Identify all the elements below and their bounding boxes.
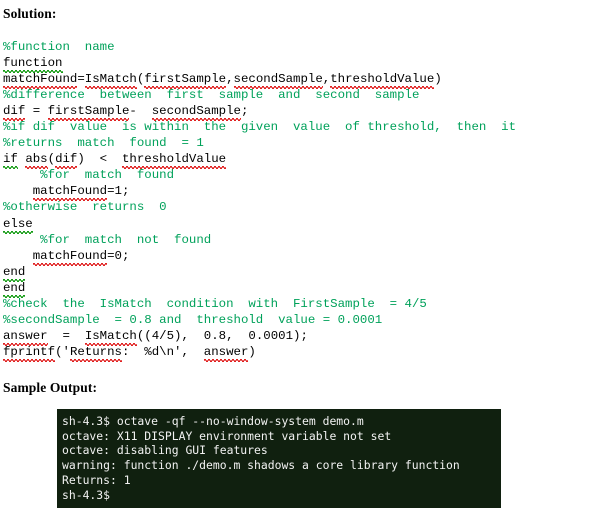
- code-line: %secondSample = 0.8 and threshold value …: [3, 312, 383, 327]
- terminal-line: octave: X11 DISPLAY environment variable…: [62, 428, 392, 443]
- spellcheck-underline: matchFound: [32, 248, 108, 266]
- spellcheck-underline: thresholdValue: [330, 72, 435, 90]
- section-heading-sample-output: Sample Output:: [3, 380, 98, 395]
- terminal-output-panel: sh-4.3$ octave -qf --no-window-system de…: [57, 409, 501, 508]
- spellcheck-underline: IsMatch: [84, 328, 137, 346]
- code-line: %check the IsMatch condition with FirstS…: [3, 296, 427, 311]
- page-title-solution: Solution:: [3, 6, 57, 21]
- code-line: function: [3, 55, 605, 74]
- spellcheck-underline: firstSample: [47, 104, 130, 122]
- spellcheck-underline: fprintf: [3, 344, 56, 362]
- grammar-underline: if: [3, 152, 18, 170]
- code-line: matchFound=1;: [32, 184, 130, 202]
- code-line: else: [3, 216, 605, 234]
- code-line: if abs(dif) < thresholdValue: [3, 152, 227, 170]
- code-line: %for match found: [3, 168, 175, 183]
- grammar-underline: else: [3, 216, 33, 234]
- spellcheck-underline: thresholdValue: [122, 152, 227, 170]
- spellcheck-underline: dif: [3, 104, 26, 122]
- spellcheck-underline: IsMatch: [84, 72, 137, 90]
- code-line: matchFound=0;: [32, 248, 130, 266]
- code-line: answer = IsMatch((4/5), 0.8, 0.0001);: [3, 328, 308, 346]
- code-line: %if dif value is within the given value …: [3, 120, 517, 135]
- code-line: %for match not found: [3, 232, 212, 247]
- spellcheck-underline: Returns: [69, 344, 123, 362]
- code-line: end: [3, 264, 605, 282]
- terminal-line: Returns: 1: [62, 472, 131, 487]
- document-page: Solution: %function name function matchFou…: [0, 0, 608, 524]
- code-line: %function name: [3, 40, 115, 54]
- grammar-underline: end: [3, 264, 26, 282]
- code-line: matchFound=IsMatch(firstSample,secondSam…: [3, 72, 442, 90]
- spellcheck-underline: matchFound: [32, 184, 108, 202]
- spellcheck-underline: firstSample: [144, 72, 227, 90]
- spellcheck-underline: matchFound: [3, 72, 78, 90]
- grammar-underline: function: [3, 56, 63, 74]
- spellcheck-underline: answer: [203, 344, 249, 362]
- spellcheck-underline: answer: [3, 328, 48, 346]
- spellcheck-underline: secondSample: [233, 72, 324, 90]
- terminal-line: sh-4.3$ octave -qf --no-window-system de…: [62, 414, 364, 428]
- spellcheck-underline: abs: [25, 152, 48, 170]
- code-line: dif = firstSample- secondSample;: [3, 104, 249, 122]
- terminal-line: sh-4.3$: [62, 487, 111, 502]
- code-line: %difference between first sample and sec…: [3, 88, 420, 103]
- spellcheck-underline: dif: [55, 152, 78, 170]
- code-line: end: [3, 280, 605, 298]
- grammar-underline: end: [3, 280, 26, 298]
- terminal-line: warning: function ./demo.m shadows a cor…: [62, 458, 460, 473]
- code-line: fprintf('Returns: %d\n', answer): [3, 344, 256, 362]
- spellcheck-underline: secondSample: [151, 104, 242, 122]
- code-line: %otherwise returns 0: [3, 200, 167, 215]
- code-line: %returns match found = 1: [3, 136, 204, 151]
- matlab-code-block: %function name function matchFound=IsMatch…: [3, 39, 605, 362]
- terminal-line: octave: disabling GUI features: [62, 443, 268, 458]
